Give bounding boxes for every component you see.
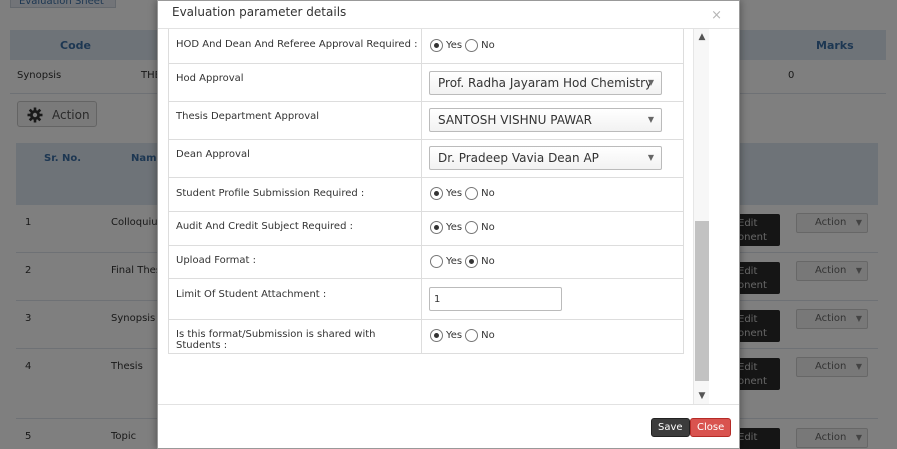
- radio-yes-label: Yes: [446, 40, 463, 51]
- radio-no[interactable]: [465, 187, 479, 200]
- save-button[interactable]: Save: [651, 418, 690, 437]
- radio-no[interactable]: [465, 255, 479, 268]
- field-label: Dean Approval: [176, 149, 250, 160]
- thesis-department-approval-select[interactable]: SANTOSH VISHNU PAWAR ▼: [429, 108, 662, 132]
- close-button[interactable]: Close: [690, 418, 732, 437]
- field-label: Is this format/Submission is shared with…: [176, 329, 376, 351]
- radio-group: Yes No: [430, 39, 498, 52]
- field-label: Student Profile Submission Required :: [176, 188, 365, 199]
- radio-group: Yes No: [430, 255, 498, 268]
- dropdown-arrow-icon: ▼: [647, 115, 654, 124]
- radio-group: Yes No: [430, 187, 498, 200]
- form-row-thesis-department-approval: Thesis Department Approval SANTOSH VISHN…: [169, 101, 683, 139]
- close-icon[interactable]: ×: [711, 9, 722, 22]
- radio-yes-label: Yes: [446, 330, 463, 341]
- scroll-up-icon[interactable]: ▲: [694, 29, 710, 45]
- form-row-student-profile-submission: Student Profile Submission Required : Ye…: [169, 177, 683, 211]
- form-row-hod-approval: Hod Approval Prof. Radha Jayaram Hod Che…: [169, 63, 683, 101]
- radio-no[interactable]: [465, 39, 479, 52]
- modal-body: HOD And Dean And Referee Approval Requir…: [158, 29, 739, 404]
- hod-approval-select[interactable]: Prof. Radha Jayaram Hod Chemistry ▼: [429, 71, 662, 95]
- attachment-limit-input[interactable]: [429, 287, 562, 311]
- dropdown-arrow-icon: ▼: [647, 78, 654, 87]
- form-row-upload-format: Upload Format : Yes No: [169, 245, 683, 278]
- radio-group: Yes No: [430, 221, 498, 234]
- form-row-audit-credit-subject: Audit And Credit Subject Required : Yes …: [169, 211, 683, 245]
- modal-scrollbar[interactable]: ▲ ▼: [693, 29, 709, 404]
- radio-no-label: No: [481, 188, 495, 199]
- field-label: Hod Approval: [176, 73, 244, 84]
- field-label: Audit And Credit Subject Required :: [176, 221, 353, 232]
- form-row-dean-approval: Dean Approval Dr. Pradeep Vavia Dean AP ▼: [169, 139, 683, 177]
- modal-title: Evaluation parameter details: [172, 5, 347, 19]
- form-row-shared-with-students: Is this format/Submission is shared with…: [169, 319, 683, 353]
- form-row-limit-student-attachment: Limit Of Student Attachment :: [169, 278, 683, 319]
- radio-no-label: No: [481, 330, 495, 341]
- radio-no-label: No: [481, 40, 495, 51]
- radio-yes[interactable]: [430, 39, 443, 52]
- field-label: Thesis Department Approval: [176, 111, 320, 122]
- scrollbar-thumb[interactable]: [695, 221, 709, 381]
- radio-yes-label: Yes: [446, 222, 463, 233]
- field-label: Limit Of Student Attachment :: [176, 289, 327, 300]
- radio-no[interactable]: [465, 221, 479, 234]
- dropdown-arrow-icon: ▼: [647, 153, 654, 162]
- evaluation-parameter-modal: Evaluation parameter details × HOD And D…: [157, 0, 740, 449]
- field-label: Upload Format :: [176, 255, 257, 266]
- radio-no-label: No: [481, 256, 495, 267]
- radio-group: Yes No: [430, 329, 498, 342]
- modal-header: Evaluation parameter details ×: [158, 1, 739, 29]
- radio-no[interactable]: [465, 329, 479, 342]
- form-row-hod-dean-referee-approval: HOD And Dean And Referee Approval Requir…: [169, 29, 683, 63]
- radio-yes-label: Yes: [446, 256, 463, 267]
- radio-yes[interactable]: [430, 255, 443, 268]
- scroll-down-icon[interactable]: ▼: [694, 388, 710, 404]
- select-value: SANTOSH VISHNU PAWAR: [438, 113, 592, 127]
- select-value: Prof. Radha Jayaram Hod Chemistry: [438, 76, 653, 90]
- select-value: Dr. Pradeep Vavia Dean AP: [438, 151, 599, 165]
- radio-yes[interactable]: [430, 187, 443, 200]
- field-label: HOD And Dean And Referee Approval Requir…: [176, 39, 418, 50]
- radio-yes-label: Yes: [446, 188, 463, 199]
- radio-no-label: No: [481, 222, 495, 233]
- dean-approval-select[interactable]: Dr. Pradeep Vavia Dean AP ▼: [429, 146, 662, 170]
- radio-yes[interactable]: [430, 329, 443, 342]
- parameter-form-table: HOD And Dean And Referee Approval Requir…: [168, 29, 684, 354]
- radio-yes[interactable]: [430, 221, 443, 234]
- modal-footer: Save Close: [158, 404, 739, 449]
